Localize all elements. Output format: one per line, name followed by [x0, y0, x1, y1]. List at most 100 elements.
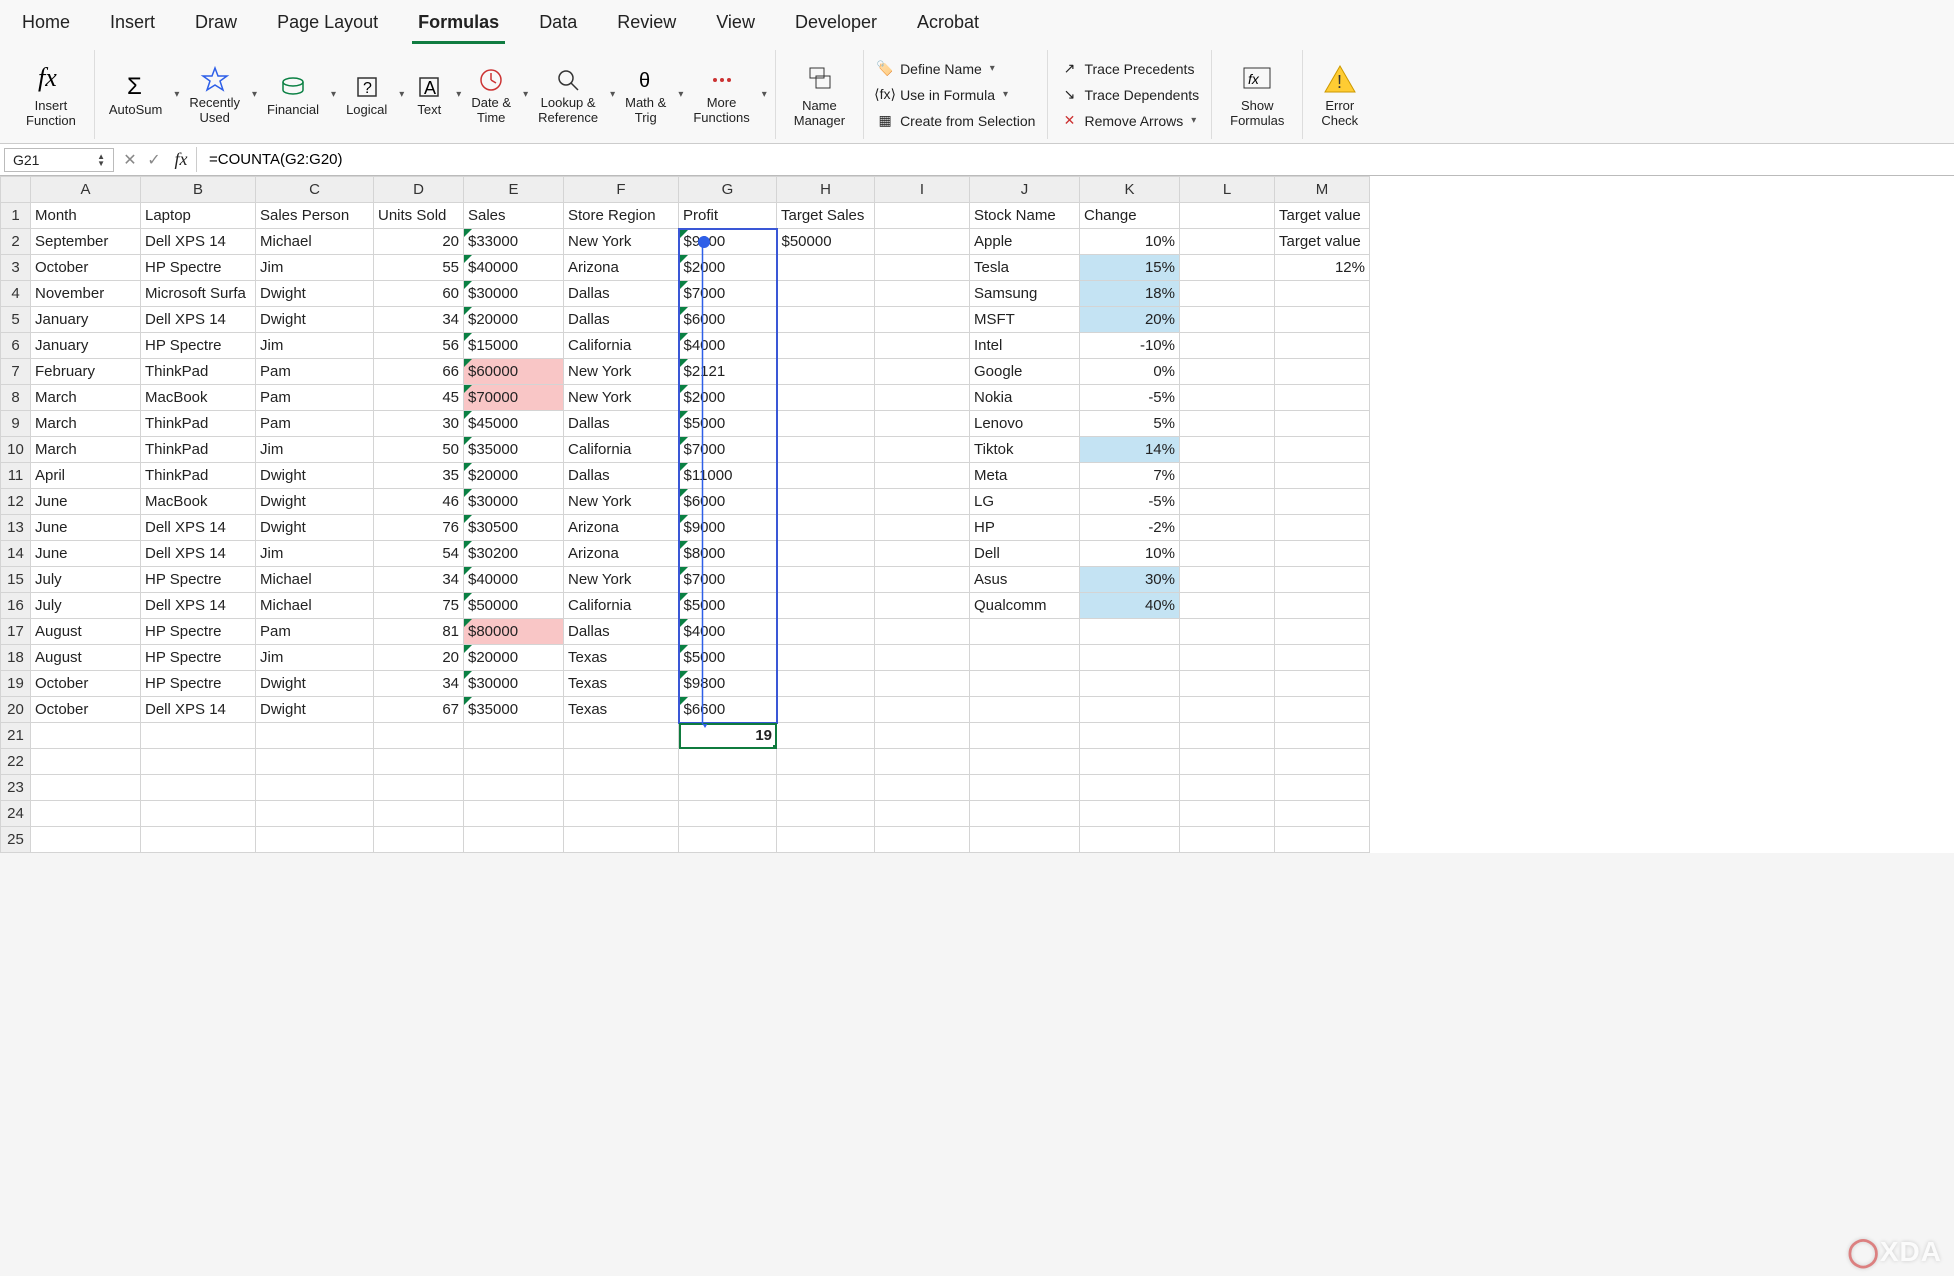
cell-B17[interactable]: HP Spectre — [141, 619, 256, 645]
cell-M17[interactable] — [1275, 619, 1370, 645]
show-formulas-button[interactable]: fx Show Formulas — [1220, 62, 1294, 128]
cell-D4[interactable]: 60 — [374, 281, 464, 307]
col-header-C[interactable]: C — [256, 177, 374, 203]
cell-H6[interactable] — [777, 333, 875, 359]
cell-A11[interactable]: April — [31, 463, 141, 489]
ribbon-tab-page-layout[interactable]: Page Layout — [271, 8, 384, 44]
ribbon-tab-insert[interactable]: Insert — [104, 8, 161, 44]
cell-B18[interactable]: HP Spectre — [141, 645, 256, 671]
chevron-down-icon[interactable]: ▾ — [399, 89, 404, 100]
recently-used-button[interactable]: Recently Used — [183, 65, 246, 125]
cell-J3[interactable]: Tesla — [970, 255, 1080, 281]
cell-K24[interactable] — [1080, 801, 1180, 827]
col-header-H[interactable]: H — [777, 177, 875, 203]
chevron-down-icon[interactable]: ▾ — [523, 89, 528, 100]
cell-M22[interactable] — [1275, 749, 1370, 775]
cell-D8[interactable]: 45 — [374, 385, 464, 411]
cell-F13[interactable]: Arizona — [564, 515, 679, 541]
cell-D22[interactable] — [374, 749, 464, 775]
cell-L10[interactable] — [1180, 437, 1275, 463]
cell-L11[interactable] — [1180, 463, 1275, 489]
cell-K25[interactable] — [1080, 827, 1180, 853]
cell-C8[interactable]: Pam — [256, 385, 374, 411]
cell-F11[interactable]: Dallas — [564, 463, 679, 489]
cell-A2[interactable]: September — [31, 229, 141, 255]
cell-L15[interactable] — [1180, 567, 1275, 593]
cell-G21[interactable]: 19 — [679, 723, 777, 749]
cell-G2[interactable]: $9000 — [679, 229, 777, 255]
cell-J2[interactable]: Apple — [970, 229, 1080, 255]
cell-C17[interactable]: Pam — [256, 619, 374, 645]
cell-K22[interactable] — [1080, 749, 1180, 775]
cell-H19[interactable] — [777, 671, 875, 697]
cell-I18[interactable] — [875, 645, 970, 671]
cell-E22[interactable] — [464, 749, 564, 775]
cell-F16[interactable]: California — [564, 593, 679, 619]
cell-A17[interactable]: August — [31, 619, 141, 645]
cell-B4[interactable]: Microsoft Surfa — [141, 281, 256, 307]
cell-F20[interactable]: Texas — [564, 697, 679, 723]
cell-K20[interactable] — [1080, 697, 1180, 723]
cell-C23[interactable] — [256, 775, 374, 801]
cell-K5[interactable]: 20% — [1080, 307, 1180, 333]
cell-M18[interactable] — [1275, 645, 1370, 671]
chevron-down-icon[interactable]: ▾ — [610, 89, 615, 100]
cell-K14[interactable]: 10% — [1080, 541, 1180, 567]
cell-H14[interactable] — [777, 541, 875, 567]
cell-E18[interactable]: $20000 — [464, 645, 564, 671]
cell-D10[interactable]: 50 — [374, 437, 464, 463]
cell-J15[interactable]: Asus — [970, 567, 1080, 593]
cell-A22[interactable] — [31, 749, 141, 775]
cell-M3[interactable]: 12% — [1275, 255, 1370, 281]
cell-D2[interactable]: 20 — [374, 229, 464, 255]
cell-I1[interactable] — [875, 203, 970, 229]
ribbon-tab-data[interactable]: Data — [533, 8, 583, 44]
row-header-20[interactable]: 20 — [1, 697, 31, 723]
more-functions-button[interactable]: More Functions — [687, 65, 755, 125]
cell-M11[interactable] — [1275, 463, 1370, 489]
cell-J19[interactable] — [970, 671, 1080, 697]
cell-H8[interactable] — [777, 385, 875, 411]
cell-J9[interactable]: Lenovo — [970, 411, 1080, 437]
cell-F19[interactable]: Texas — [564, 671, 679, 697]
cell-F4[interactable]: Dallas — [564, 281, 679, 307]
ribbon-tab-review[interactable]: Review — [611, 8, 682, 44]
cell-L18[interactable] — [1180, 645, 1275, 671]
cell-F25[interactable] — [564, 827, 679, 853]
cell-M1[interactable]: Target value — [1275, 203, 1370, 229]
cell-E15[interactable]: $40000 — [464, 567, 564, 593]
cell-C5[interactable]: Dwight — [256, 307, 374, 333]
row-header-21[interactable]: 21 — [1, 723, 31, 749]
trace-dependents-button[interactable]: ↘Trace Dependents — [1056, 84, 1203, 106]
cell-H16[interactable] — [777, 593, 875, 619]
create-from-selection-button[interactable]: ▦Create from Selection — [872, 110, 1039, 132]
cell-L6[interactable] — [1180, 333, 1275, 359]
row-header-15[interactable]: 15 — [1, 567, 31, 593]
cell-A19[interactable]: October — [31, 671, 141, 697]
cell-B13[interactable]: Dell XPS 14 — [141, 515, 256, 541]
cell-L7[interactable] — [1180, 359, 1275, 385]
spreadsheet-grid[interactable]: ABCDEFGHIJKLM1MonthLaptopSales PersonUni… — [0, 176, 1954, 853]
cell-L22[interactable] — [1180, 749, 1275, 775]
cell-I11[interactable] — [875, 463, 970, 489]
cell-A16[interactable]: July — [31, 593, 141, 619]
cell-M6[interactable] — [1275, 333, 1370, 359]
cell-H20[interactable] — [777, 697, 875, 723]
cell-H4[interactable] — [777, 281, 875, 307]
cell-G3[interactable]: $2000 — [679, 255, 777, 281]
cell-B3[interactable]: HP Spectre — [141, 255, 256, 281]
cell-D16[interactable]: 75 — [374, 593, 464, 619]
cell-B10[interactable]: ThinkPad — [141, 437, 256, 463]
cell-K23[interactable] — [1080, 775, 1180, 801]
cell-H12[interactable] — [777, 489, 875, 515]
row-header-4[interactable]: 4 — [1, 281, 31, 307]
cell-E2[interactable]: $33000 — [464, 229, 564, 255]
cell-B21[interactable] — [141, 723, 256, 749]
cell-M19[interactable] — [1275, 671, 1370, 697]
cell-L25[interactable] — [1180, 827, 1275, 853]
formula-input[interactable] — [201, 147, 416, 172]
cell-H5[interactable] — [777, 307, 875, 333]
cell-F21[interactable] — [564, 723, 679, 749]
cell-H9[interactable] — [777, 411, 875, 437]
cell-F22[interactable] — [564, 749, 679, 775]
